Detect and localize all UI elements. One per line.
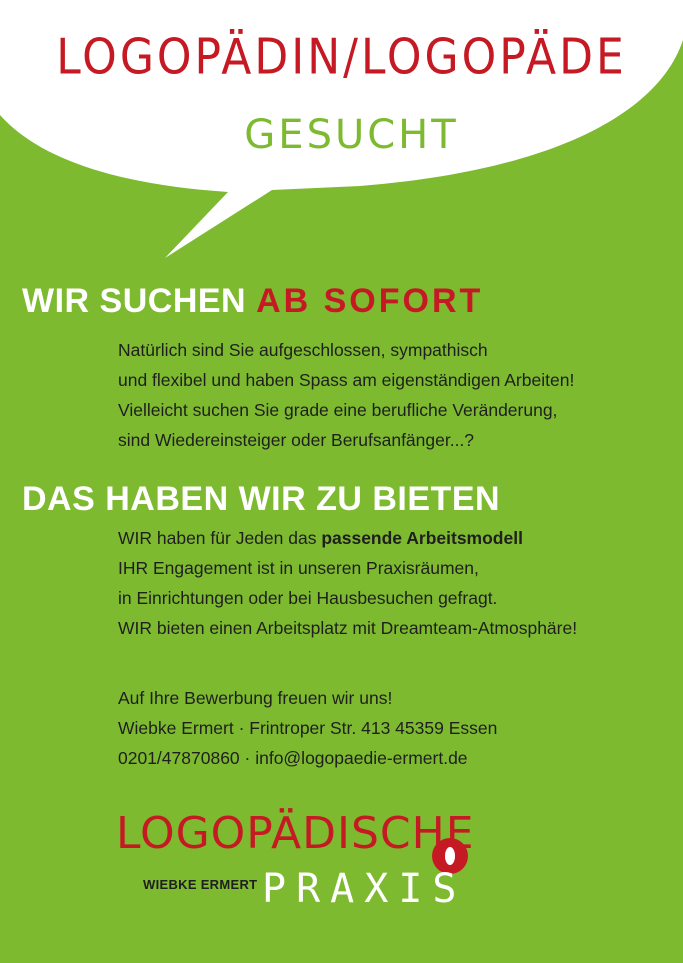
section-we-search-title-white: WIR SUCHEN [22, 282, 247, 320]
section-we-search-text: Natürlich sind Sie aufgeschlossen, sympa… [118, 335, 678, 455]
section-we-search-title: WIR SUCHEN AB SOFORT [22, 282, 483, 321]
section-offer-text: WIR haben für Jeden das passende Arbeits… [118, 523, 678, 643]
contact-address: Wiebke Ermert · Frintroper Str. 413 4535… [118, 718, 498, 738]
section-we-search-title-red: AB SOFORT [256, 282, 484, 320]
offer-line-emphasis: passende Arbeitsmodell [321, 528, 523, 548]
practice-logo-wordmark: LOGOPÄDISCHE [116, 808, 475, 859]
paragraph-line: Natürlich sind Sie aufgeschlossen, sympa… [118, 340, 488, 360]
practice-owner-name: WIEBKE ERMERT [143, 877, 258, 892]
contact-invitation: Auf Ihre Bewerbung freuen wir uns! [118, 688, 393, 708]
job-title-heading: LOGOPÄDIN/LOGOPÄDE [56, 28, 627, 87]
paragraph-line: WIR bieten einen Arbeitsplatz mit Dreamt… [118, 618, 578, 638]
contact-block: Auf Ihre Bewerbung freuen wir uns! Wiebk… [118, 683, 678, 773]
paragraph-line: IHR Engagement ist in unseren Praxisräum… [118, 558, 479, 578]
paragraph-line: in Einrichtungen oder bei Hausbesuchen g… [118, 588, 498, 608]
practice-logo-subword: PRAXIS [262, 866, 467, 912]
paragraph-line: WIR haben für Jeden das passende Arbeits… [118, 523, 678, 553]
job-title-subheading: GESUCHT [244, 112, 459, 158]
paragraph-line: und flexibel und haben Spass am eigenstä… [118, 370, 575, 390]
offer-line-start: WIR haben für Jeden das [118, 528, 322, 548]
paragraph-line: Vielleicht suchen Sie grade eine berufli… [118, 400, 558, 420]
section-offer-title: DAS HABEN WIR ZU BIETEN [22, 480, 501, 518]
paragraph-line: sind Wiedereinsteiger oder Berufsanfänge… [118, 430, 475, 450]
contact-phone-email: 0201/47870860 · info@logopaedie-ermert.d… [118, 748, 468, 768]
